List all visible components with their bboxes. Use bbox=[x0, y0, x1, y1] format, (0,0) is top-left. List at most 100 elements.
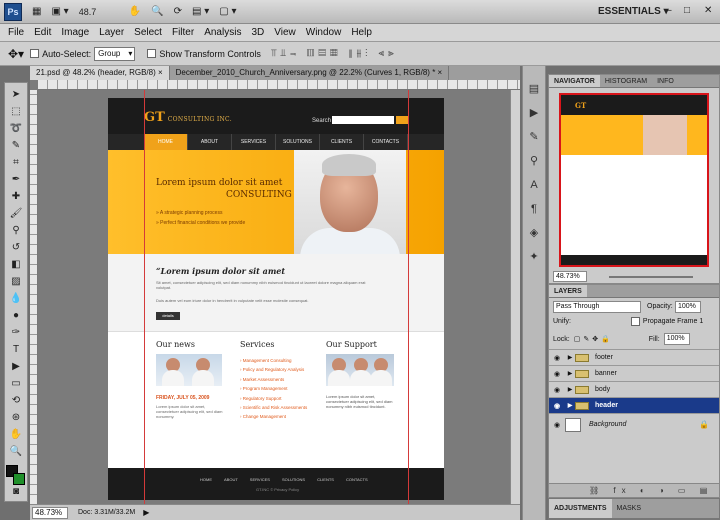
rotate-view-icon[interactable]: ⟳ bbox=[174, 6, 182, 17]
menu-layer[interactable]: Layer bbox=[99, 27, 124, 38]
menu-analysis[interactable]: Analysis bbox=[204, 27, 241, 38]
status-zoom-field[interactable]: 48.73% bbox=[32, 506, 68, 519]
pen-tool-icon[interactable]: ✑ bbox=[7, 325, 25, 341]
menu-view[interactable]: View bbox=[274, 27, 296, 38]
photoshop-logo-icon[interactable]: Ps bbox=[4, 2, 22, 21]
tab-masks[interactable]: MASKS bbox=[612, 499, 647, 518]
zoom-tool-icon[interactable]: 🔍 bbox=[7, 444, 25, 460]
expand-triangle-icon[interactable]: ▶ bbox=[565, 402, 575, 409]
tab-layers[interactable]: LAYERS bbox=[549, 285, 587, 297]
navigator-zoom-field[interactable]: 48.73% bbox=[553, 271, 587, 282]
move-tool-icon[interactable]: ➤ bbox=[7, 87, 25, 103]
brushes-panel-icon[interactable]: ✎ bbox=[525, 128, 543, 146]
gradient-tool-icon[interactable]: ▨ bbox=[7, 274, 25, 290]
navigator-zoom-slider[interactable] bbox=[609, 276, 693, 278]
align-distribute-icons[interactable]: ⫪⫫⫬ ▥▤▦ ⫴⫵⫶ ⫷⫸ bbox=[271, 48, 398, 59]
layer-row-background[interactable]: ◉ Background 🔒 bbox=[549, 413, 719, 435]
notes-panel-icon[interactable]: ✦ bbox=[525, 248, 543, 266]
guide-line[interactable] bbox=[408, 90, 409, 504]
mini-bridge-icon[interactable]: ▣ ▾ bbox=[51, 6, 68, 17]
quick-select-tool-icon[interactable]: ✎ bbox=[7, 138, 25, 154]
color-swatches[interactable] bbox=[6, 465, 26, 485]
document-size-info[interactable]: Doc: 3.31M/33.2M bbox=[78, 509, 135, 516]
history-panel-icon[interactable]: ▤ bbox=[525, 80, 543, 98]
workspace-switcher[interactable]: ESSENTIALS ▾ bbox=[598, 6, 669, 17]
document-tab[interactable]: 21.psd @ 48.2% (header, RGB/8) × bbox=[30, 66, 170, 80]
status-menu-arrow-icon[interactable]: ▶ bbox=[143, 508, 149, 517]
marquee-tool-icon[interactable]: ⬚ bbox=[7, 104, 25, 120]
visibility-eye-icon[interactable]: ◉ bbox=[549, 386, 565, 394]
hand-tool-icon[interactable]: ✋ bbox=[129, 6, 141, 17]
visibility-eye-icon[interactable]: ◉ bbox=[549, 370, 565, 378]
vertical-ruler[interactable] bbox=[30, 90, 38, 504]
close-window-icon[interactable]: ✕ bbox=[704, 5, 712, 16]
3d-orbit-tool-icon[interactable]: ⊛ bbox=[7, 410, 25, 426]
menu-3d[interactable]: 3D bbox=[251, 27, 264, 38]
auto-select-dropdown[interactable]: Group bbox=[94, 46, 136, 61]
path-select-tool-icon[interactable]: ▶ bbox=[7, 359, 25, 375]
close-tab-icon[interactable]: × bbox=[158, 68, 163, 77]
guide-line[interactable] bbox=[144, 90, 145, 504]
menu-select[interactable]: Select bbox=[134, 27, 162, 38]
menu-help[interactable]: Help bbox=[351, 27, 372, 38]
3d-panel-icon[interactable]: ◈ bbox=[525, 224, 543, 242]
menu-edit[interactable]: Edit bbox=[34, 27, 51, 38]
shape-tool-icon[interactable]: ▭ bbox=[7, 376, 25, 392]
expand-triangle-icon[interactable]: ▶ bbox=[565, 370, 575, 377]
expand-triangle-icon[interactable]: ▶ bbox=[565, 386, 575, 393]
layer-row[interactable]: ◉ ▶ body bbox=[549, 381, 719, 397]
maximize-icon[interactable]: □ bbox=[684, 5, 690, 16]
dodge-tool-icon[interactable]: ● bbox=[7, 308, 25, 324]
auto-select-checkbox[interactable] bbox=[30, 49, 40, 58]
crop-tool-icon[interactable]: ⌗ bbox=[7, 155, 25, 171]
brush-tool-icon[interactable]: 🖌 bbox=[7, 206, 25, 222]
vertical-scrollbar[interactable] bbox=[510, 90, 520, 504]
show-transform-checkbox[interactable] bbox=[147, 49, 157, 58]
tab-adjustments[interactable]: ADJUSTMENTS bbox=[549, 499, 612, 518]
horizontal-ruler[interactable] bbox=[38, 80, 520, 90]
clone-source-panel-icon[interactable]: ⚲ bbox=[525, 152, 543, 170]
character-panel-icon[interactable]: A bbox=[525, 176, 543, 194]
hand-tool-icon[interactable]: ✋ bbox=[7, 427, 25, 443]
navigator-thumbnail[interactable]: GT bbox=[559, 93, 709, 267]
background-color-swatch[interactable] bbox=[13, 473, 25, 485]
type-tool-icon[interactable]: T bbox=[7, 342, 25, 358]
history-brush-tool-icon[interactable]: ↺ bbox=[7, 240, 25, 256]
expand-triangle-icon[interactable]: ▶ bbox=[565, 354, 575, 361]
tab-info[interactable]: INFO bbox=[652, 75, 679, 87]
menu-filter[interactable]: Filter bbox=[172, 27, 194, 38]
minimize-icon[interactable]: – bbox=[666, 5, 672, 16]
fill-field[interactable]: 100% bbox=[663, 333, 690, 345]
visibility-eye-icon[interactable]: ◉ bbox=[549, 402, 565, 410]
layer-row-selected[interactable]: ◉ ▶ header bbox=[549, 397, 719, 413]
menu-file[interactable]: File bbox=[8, 27, 24, 38]
quick-mask-icon[interactable]: ◙ bbox=[7, 484, 25, 500]
tab-navigator[interactable]: NAVIGATOR bbox=[549, 75, 600, 87]
3d-rotate-tool-icon[interactable]: ⟲ bbox=[7, 393, 25, 409]
lasso-tool-icon[interactable]: ➰ bbox=[7, 121, 25, 137]
paragraph-panel-icon[interactable]: ¶ bbox=[525, 200, 543, 218]
bridge-icon[interactable]: ▦ bbox=[32, 6, 41, 17]
clone-stamp-tool-icon[interactable]: ⚲ bbox=[7, 223, 25, 239]
visibility-eye-icon[interactable]: ◉ bbox=[549, 421, 565, 429]
layers-footer-icons[interactable]: ⛓ fx ◐ ◑ ▭ ▤ 🗑 bbox=[549, 483, 719, 509]
blend-mode-dropdown[interactable]: Pass Through bbox=[553, 301, 641, 313]
menu-window[interactable]: Window bbox=[306, 27, 342, 38]
zoom-tool-icon[interactable]: 🔍 bbox=[151, 6, 163, 17]
opacity-field[interactable]: 100% bbox=[675, 301, 701, 313]
document-tab[interactable]: December_2010_Church_Anniversary.png @ 2… bbox=[170, 66, 450, 80]
healing-tool-icon[interactable]: ✚ bbox=[7, 189, 25, 205]
blur-tool-icon[interactable]: 💧 bbox=[7, 291, 25, 307]
move-tool-preset-icon[interactable]: ✥▾ bbox=[8, 47, 24, 61]
visibility-eye-icon[interactable]: ◉ bbox=[549, 354, 565, 362]
menu-image[interactable]: Image bbox=[61, 27, 89, 38]
arrange-documents-icon[interactable]: ▤ ▾ bbox=[192, 6, 209, 17]
actions-panel-icon[interactable]: ▶ bbox=[525, 104, 543, 122]
eraser-tool-icon[interactable]: ◧ bbox=[7, 257, 25, 273]
layer-row[interactable]: ◉ ▶ footer bbox=[549, 349, 719, 365]
screen-mode-icon[interactable]: ▢ ▾ bbox=[219, 6, 236, 17]
lock-icons[interactable]: ▢✎✥🔒 bbox=[574, 335, 613, 343]
layer-row[interactable]: ◉ ▶ banner bbox=[549, 365, 719, 381]
close-tab-icon[interactable]: × bbox=[438, 68, 443, 77]
eyedropper-tool-icon[interactable]: ✒ bbox=[7, 172, 25, 188]
